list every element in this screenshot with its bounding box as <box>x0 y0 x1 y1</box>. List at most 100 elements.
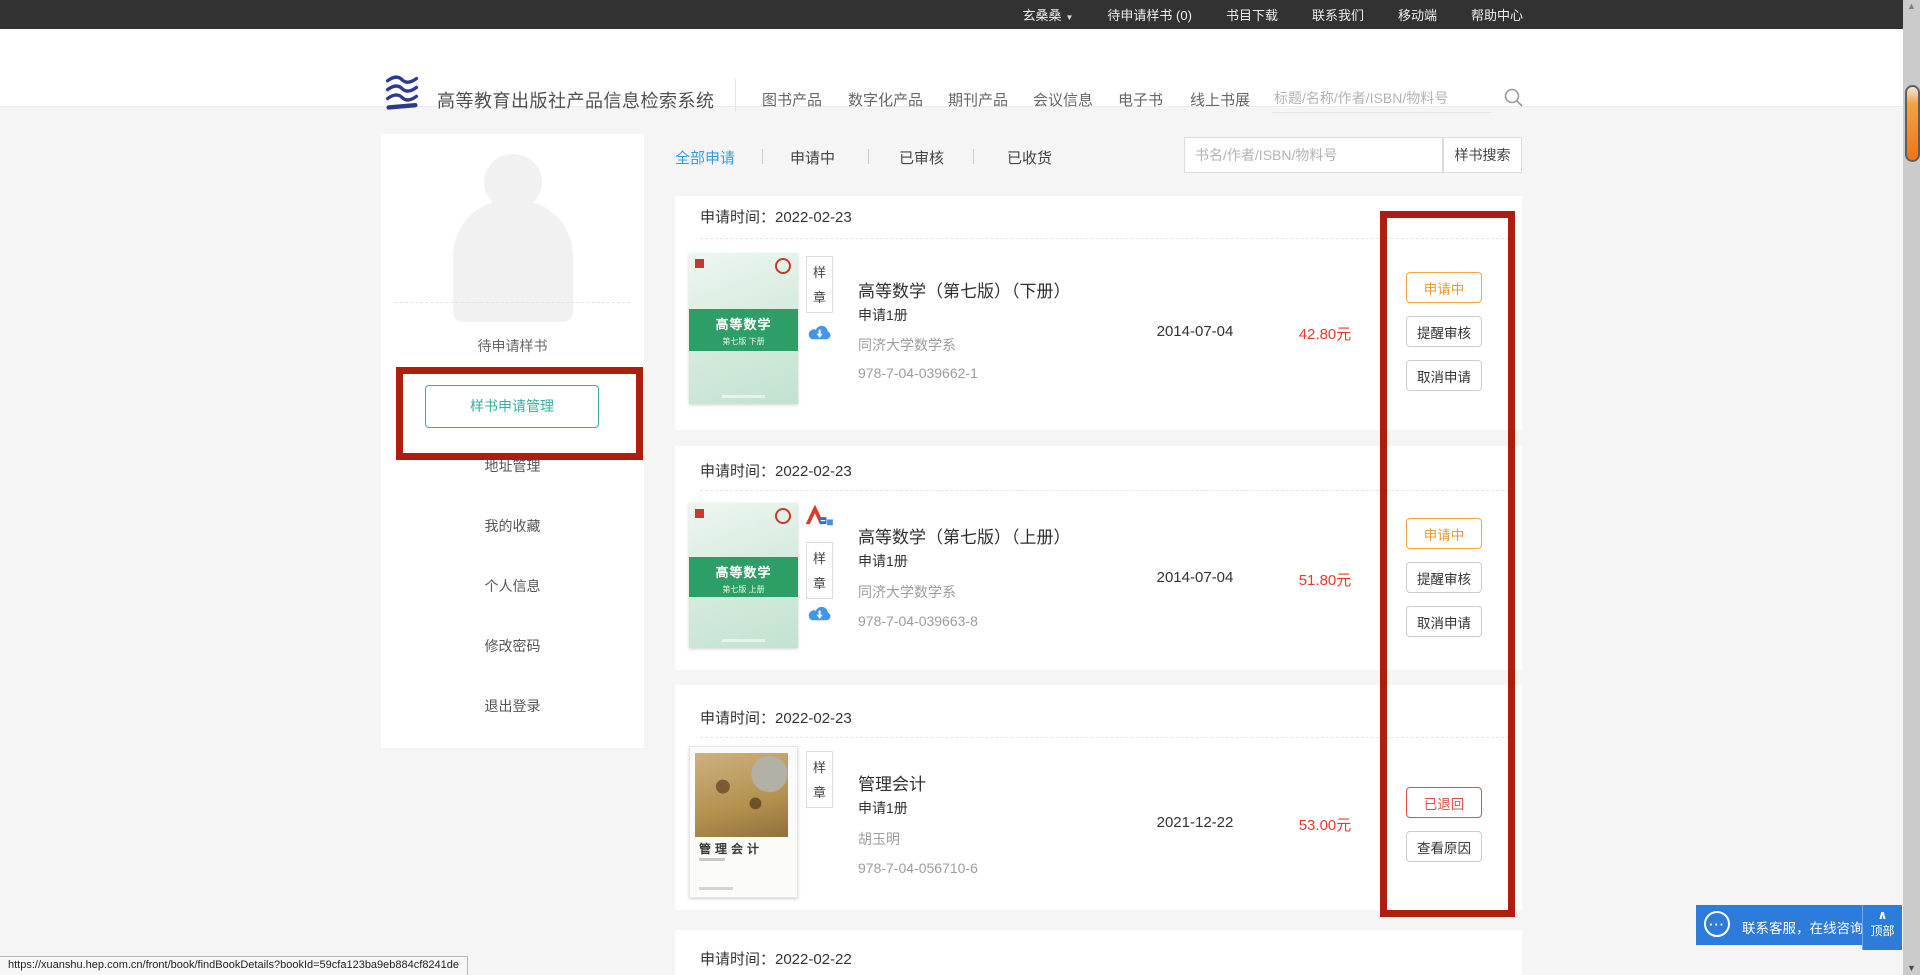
book-pub-date: 2021-12-22 <box>1130 814 1260 831</box>
cover-subtitle: 第七版 上册 <box>689 584 798 595</box>
topbar-item-help-center[interactable]: 帮助中心 <box>1471 5 1523 24</box>
book-pub-date: 2014-07-04 <box>1130 323 1260 340</box>
book-title[interactable]: 高等数学（第七版）（下册） <box>858 277 1071 302</box>
tab-in-progress[interactable]: 申请中 <box>790 147 835 168</box>
view-reason-button[interactable]: 查看原因 <box>1406 831 1482 862</box>
scrollbar[interactable]: ▲ ▼ <box>1903 0 1920 975</box>
sample-chapter-badge[interactable]: 样章 <box>806 751 833 808</box>
sidebar-item-address[interactable]: 地址管理 <box>381 456 644 476</box>
user-menu[interactable]: 玄桑桑 ▼ <box>1022 5 1073 24</box>
chat-label: 联系客服，在线咨询 <box>1742 917 1864 937</box>
sidebar-divider <box>395 302 630 303</box>
book-cover[interactable]: 管理会计 <box>689 746 798 898</box>
sample-search-input[interactable] <box>1184 137 1443 173</box>
tab-separator <box>868 149 869 164</box>
topbar-item-mobile[interactable]: 移动端 <box>1398 5 1437 24</box>
sidebar-item-logout[interactable]: 退出登录 <box>381 696 644 716</box>
cover-seal <box>775 508 791 524</box>
cover-band: 高等数学 第七版 下册 <box>689 309 798 351</box>
nav-conference-info[interactable]: 会议信息 <box>1033 89 1093 110</box>
sidebar: 待申请样书 样书申请管理 地址管理 我的收藏 个人信息 修改密码 退出登录 <box>381 134 644 748</box>
topbar-item-pending-samples[interactable]: 待申请样书 (0) <box>1107 5 1192 24</box>
status-in-progress-button[interactable]: 申请中 <box>1406 518 1482 549</box>
back-to-top-button[interactable]: ∧ 顶部 <box>1862 905 1902 950</box>
sample-chapter-badge[interactable]: 样章 <box>806 256 833 313</box>
tab-approved[interactable]: 已审核 <box>899 147 944 168</box>
book-isbn: 978-7-04-039662-1 <box>858 365 978 381</box>
header: 高等教育出版社产品信息检索系统 图书产品 数字化产品 期刊产品 会议信息 电子书… <box>0 29 1920 107</box>
book-price: 51.80元 <box>1280 569 1370 590</box>
cover-subtitle: 第七版 下册 <box>689 336 798 347</box>
page: 玄桑桑 ▼ 待申请样书 (0) 书目下载 联系我们 移动端 帮助中心 高等教育出版… <box>0 0 1920 975</box>
search-icon[interactable] <box>1502 86 1526 110</box>
book-cover[interactable]: 高等数学 第七版 上册 <box>689 503 798 648</box>
book-author: 同济大学数学系 <box>858 582 956 602</box>
tab-received[interactable]: 已收货 <box>1007 147 1052 168</box>
book-price: 42.80元 <box>1280 323 1370 344</box>
book-title[interactable]: 管理会计 <box>858 770 926 795</box>
cover-seal <box>775 258 791 274</box>
card-divider <box>700 490 1509 491</box>
cancel-application-button[interactable]: 取消申请 <box>1406 360 1482 391</box>
book-cover[interactable]: 高等数学 第七版 下册 <box>689 253 798 404</box>
scrollbar-down-icon[interactable]: ▼ <box>1903 963 1920 973</box>
book-author: 同济大学数学系 <box>858 335 956 355</box>
sidebar-item-favorites[interactable]: 我的收藏 <box>381 516 644 536</box>
book-copies: 申请1册 <box>858 798 908 818</box>
sample-chapter-badge[interactable]: 样章 <box>806 542 833 599</box>
cover-band: 高等数学 第七版 上册 <box>689 557 798 598</box>
download-cloud-icon[interactable] <box>806 604 833 627</box>
remind-review-button[interactable]: 提醒审核 <box>1406 316 1482 347</box>
nav-ebooks[interactable]: 电子书 <box>1118 89 1163 110</box>
download-cloud-icon[interactable] <box>806 323 833 346</box>
book-author: 胡玉明 <box>858 829 900 849</box>
nav-online-book-fair[interactable]: 线上书展 <box>1190 89 1250 110</box>
caret-down-icon: ▼ <box>1066 13 1074 22</box>
back-to-top-label: 顶部 <box>1863 924 1902 938</box>
tab-all-applications[interactable]: 全部申请 <box>675 147 735 168</box>
pending-samples-label[interactable]: 待申请样书 <box>381 336 644 356</box>
topbar: 玄桑桑 ▼ 待申请样书 (0) 书目下载 联系我们 移动端 帮助中心 <box>0 0 1920 29</box>
nav-book-products[interactable]: 图书产品 <box>762 89 822 110</box>
sidebar-item-profile[interactable]: 个人信息 <box>381 576 644 596</box>
application-date: 申请时间：2022-02-23 <box>700 460 852 481</box>
order-card: 申请时间：2022-02-23 高等数学 第七版 上册 样章 高等数学（第七版）… <box>675 446 1522 670</box>
topbar-item-catalog-download[interactable]: 书目下载 <box>1226 5 1278 24</box>
book-pub-date: 2014-07-04 <box>1130 569 1260 586</box>
user-name: 玄桑桑 <box>1022 8 1061 23</box>
cancel-application-button[interactable]: 取消申请 <box>1406 606 1482 637</box>
avatar-body <box>453 200 573 322</box>
digital-course-icon[interactable] <box>804 503 834 529</box>
application-date: 申请时间：2022-02-22 <box>700 948 852 969</box>
cover-title: 高等数学 <box>689 314 798 333</box>
sidebar-item-sample-management[interactable]: 样书申请管理 <box>425 385 599 428</box>
cover-footer-mark <box>699 887 733 890</box>
chat-widget[interactable]: ··· 联系客服，在线咨询 <box>1696 905 1862 945</box>
header-search-input[interactable] <box>1272 84 1491 113</box>
scrollbar-up-icon[interactable]: ▲ <box>1903 1 1920 11</box>
sidebar-item-change-password[interactable]: 修改密码 <box>381 636 644 656</box>
application-date: 申请时间：2022-02-23 <box>700 707 852 728</box>
cover-press-mark <box>695 259 704 268</box>
scrollbar-thumb[interactable] <box>1905 85 1920 162</box>
card-divider <box>700 238 1509 239</box>
cover-author-mark <box>699 858 725 861</box>
status-returned-button[interactable]: 已退回 <box>1406 787 1482 818</box>
remind-review-button[interactable]: 提醒审核 <box>1406 562 1482 593</box>
book-title[interactable]: 高等数学（第七版）（上册） <box>858 523 1071 548</box>
cover-title: 管理会计 <box>699 840 763 857</box>
topbar-menu: 玄桑桑 ▼ 待申请样书 (0) 书目下载 联系我们 移动端 帮助中心 <box>1022 0 1523 29</box>
cover-footer-mark <box>722 395 766 398</box>
order-card: 申请时间：2022-02-22 <box>675 930 1522 975</box>
card-divider <box>700 737 1509 738</box>
topbar-item-contact-us[interactable]: 联系我们 <box>1312 5 1364 24</box>
book-copies: 申请1册 <box>858 305 908 325</box>
sample-search-button[interactable]: 样书搜索 <box>1443 137 1522 173</box>
nav-journal-products[interactable]: 期刊产品 <box>948 89 1008 110</box>
nav-digital-products[interactable]: 数字化产品 <box>848 89 923 110</box>
application-date: 申请时间：2022-02-23 <box>700 206 852 227</box>
tab-separator <box>762 149 763 164</box>
status-in-progress-button[interactable]: 申请中 <box>1406 272 1482 303</box>
cover-photo <box>695 753 788 837</box>
site-title: 高等教育出版社产品信息检索系统 <box>437 87 715 113</box>
